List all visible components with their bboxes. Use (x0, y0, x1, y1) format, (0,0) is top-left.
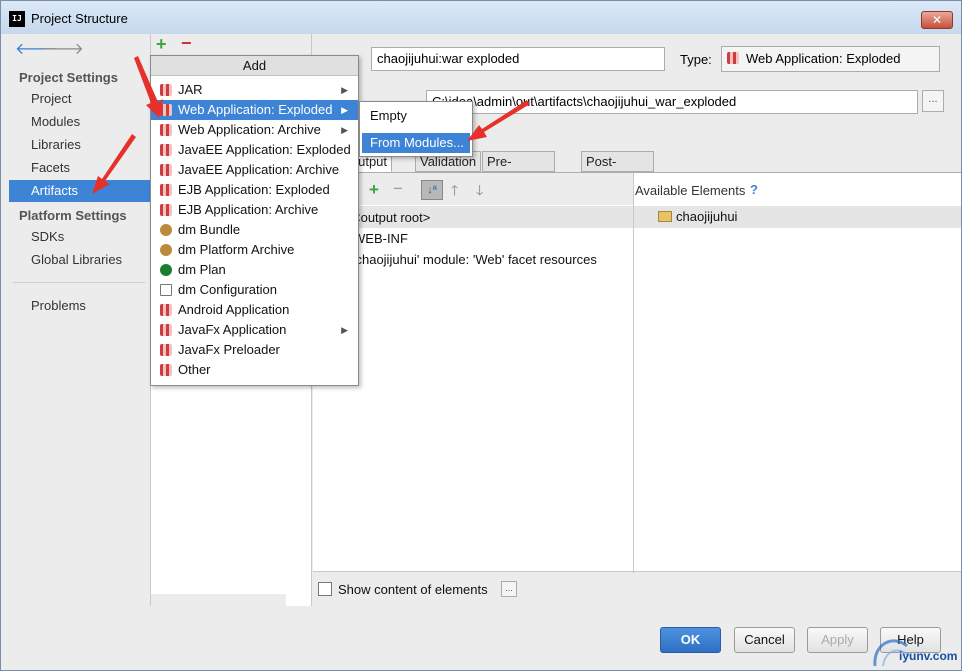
project-structure-window: IJ Project Structure ✕ 🡐 🡒 Project Setti… (0, 0, 962, 671)
annotation-arrow-to-artifacts (92, 134, 136, 194)
watermark-text: iyunv.com (899, 649, 958, 663)
annotation-arrows (92, 56, 530, 194)
annotation-arrow-to-web-app (134, 56, 163, 118)
annotation-arrow-to-from-modules (467, 100, 530, 141)
